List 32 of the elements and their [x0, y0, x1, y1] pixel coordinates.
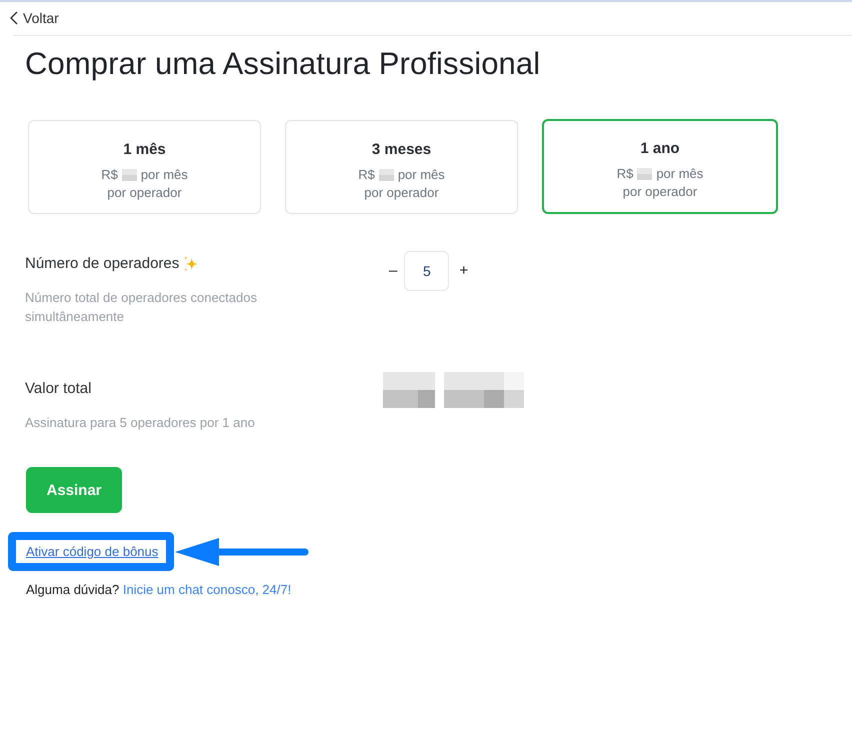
total-label: Valor total [25, 379, 92, 399]
plan-name: 3 meses [372, 140, 432, 160]
price-period: por mês [398, 166, 445, 184]
decrease-button[interactable]: – [387, 261, 400, 281]
total-hint: Assinatura para 5 operadores por 1 ano [25, 414, 256, 432]
price-unit: por operador [364, 184, 439, 202]
operators-hint: Número total de operadores conectados simultâneamente [25, 289, 258, 326]
bonus-code-link[interactable]: Ativar código de bônus [26, 544, 158, 559]
price-currency: R$ [358, 166, 375, 184]
pixelated-block [383, 372, 435, 408]
back-link[interactable]: Voltar [10, 10, 59, 26]
increase-button[interactable]: + [457, 261, 470, 281]
plan-name: 1 ano [640, 139, 680, 159]
blurred-price-block [637, 168, 652, 180]
plan-name: 1 mês [123, 140, 166, 160]
blurred-price-block [122, 169, 137, 181]
chevron-left-icon [10, 10, 18, 24]
plan-card[interactable]: 1 ano R$ por mês por operador [542, 119, 778, 214]
price-currency: R$ [616, 165, 634, 183]
price-unit: por operador [107, 184, 182, 202]
plan-card[interactable]: 3 meses R$ por mês por operador [285, 120, 518, 214]
price-currency: R$ [101, 166, 118, 184]
plan-card[interactable]: 1 mês R$ por mês por operador [28, 120, 261, 214]
price-period: por mês [656, 165, 704, 183]
help-text: Alguma dúvida? Inicie um chat conosco, 24/7! [26, 581, 292, 599]
price-unit: por operador [622, 183, 698, 201]
price-period: por mês [140, 166, 188, 184]
operators-label: Número de operadores [25, 254, 180, 274]
blurred-price-block [378, 169, 394, 181]
chat-link[interactable]: Inicie um chat conosco, 24/7! [122, 582, 292, 597]
quantity-field[interactable]: 5 [404, 251, 450, 291]
page-title: Comprar uma Assinatura Profissional [25, 46, 540, 82]
